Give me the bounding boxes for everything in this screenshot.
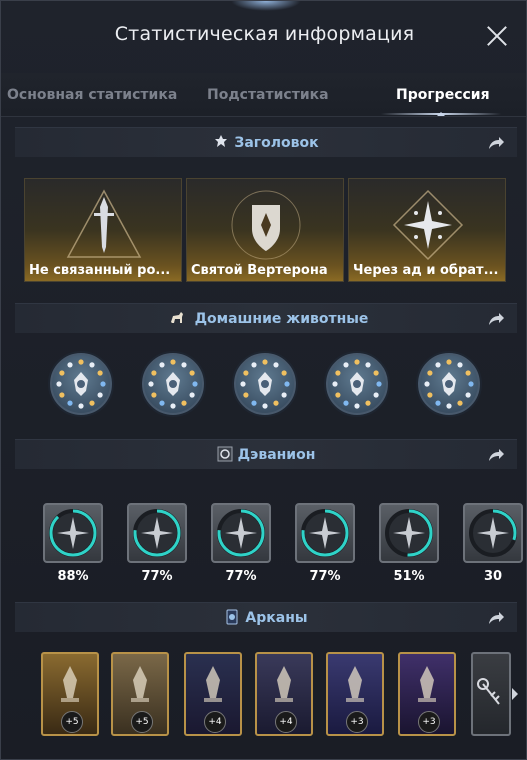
daevanion-percent: 51% <box>393 569 425 584</box>
share-icon[interactable] <box>487 312 505 326</box>
bow-rune-icon <box>217 509 265 557</box>
title-card[interactable]: Святой Вертерона <box>186 178 344 282</box>
title-label: Не связанный ро... <box>29 263 171 278</box>
tab-basic-stats[interactable]: Основная статистика <box>7 87 177 103</box>
section-arcana-header: Арканы <box>15 602 517 632</box>
arcana-level: +4 <box>204 711 226 733</box>
cross-blade-rune-icon <box>301 509 349 557</box>
arcana-card[interactable]: +3 <box>326 652 384 736</box>
shield-crest-icon <box>231 190 301 260</box>
daevanion-slot[interactable] <box>379 503 439 563</box>
pet-slot[interactable] <box>232 351 298 417</box>
active-tab-indicator <box>381 112 501 116</box>
daevanion-section-icon <box>217 446 233 462</box>
arcana-card[interactable]: +4 <box>184 652 242 736</box>
daevanion-percent: 77% <box>225 569 257 584</box>
arcana-level: +3 <box>418 711 440 733</box>
top-glow <box>231 1 301 11</box>
close-icon[interactable] <box>484 23 510 49</box>
arcana-card[interactable]: +5 <box>41 652 99 736</box>
horse-icon <box>170 312 183 323</box>
leaf-pet-icon <box>424 359 474 409</box>
section-title-label: Заголовок <box>234 135 319 151</box>
tab-progression[interactable]: Прогрессия <box>396 87 490 103</box>
pet-slot[interactable] <box>48 351 114 417</box>
section-pets-label: Домашние животные <box>194 311 369 327</box>
daevanion-slot[interactable] <box>127 503 187 563</box>
daevanion-percent: 88% <box>57 569 89 584</box>
arcana-level: +5 <box>61 711 83 733</box>
arcana-level: +3 <box>346 711 368 733</box>
pet-slot[interactable] <box>324 351 390 417</box>
title-card[interactable]: Через ад и обрат... <box>348 178 506 282</box>
key-icon <box>477 678 500 705</box>
daevanion-slot[interactable] <box>295 503 355 563</box>
arcana-section-icon <box>226 609 238 625</box>
wing-rune-icon <box>133 509 181 557</box>
daevanion-slot[interactable] <box>463 503 523 563</box>
arcana-level: +5 <box>131 711 153 733</box>
locked-arcana-slot[interactable] <box>471 652 511 736</box>
tab-substats[interactable]: Подстатистика <box>207 87 329 103</box>
arcana-card[interactable]: +3 <box>398 652 456 736</box>
daevanion-percent: 77% <box>309 569 341 584</box>
share-icon[interactable] <box>487 611 505 625</box>
sword-rune-icon <box>49 509 97 557</box>
share-icon[interactable] <box>487 448 505 462</box>
lotus-pet-icon <box>240 359 290 409</box>
title-card[interactable]: Не связанный ро... <box>24 178 182 282</box>
gear-pet-icon <box>332 359 382 409</box>
daevanion-slot[interactable] <box>211 503 271 563</box>
stats-window: Статистическая информация Основная стати… <box>0 0 527 760</box>
title-label: Через ад и обрат... <box>353 263 499 278</box>
section-title-header: Заголовок <box>15 127 517 157</box>
chevron-right-icon[interactable] <box>510 687 520 701</box>
arcana-card[interactable]: +4 <box>255 652 313 736</box>
section-pets-header: Домашние животные <box>15 303 517 333</box>
mask-pet-icon <box>56 359 106 409</box>
daevanion-slot[interactable] <box>43 503 103 563</box>
moon-rune-icon <box>469 509 517 557</box>
daevanion-percent: 30 <box>483 569 503 584</box>
pet-slot[interactable] <box>416 351 482 417</box>
section-daevanion-header: Дэванион <box>15 439 517 469</box>
tab-bar: Основная статистика Подстатистика Прогре… <box>1 73 526 117</box>
window-title: Статистическая информация <box>114 23 415 45</box>
pet-slot[interactable] <box>140 351 206 417</box>
share-icon[interactable] <box>487 136 505 150</box>
title-label: Святой Вертерона <box>191 263 328 278</box>
section-arcana-label: Арканы <box>245 610 308 626</box>
daevanion-percent: 77% <box>141 569 173 584</box>
section-daevanion-label: Дэванион <box>237 447 316 463</box>
star-diamond-icon <box>392 189 464 261</box>
arcana-card[interactable]: +5 <box>111 652 169 736</box>
sword-triangle-icon <box>66 189 142 258</box>
arcana-level: +4 <box>275 711 297 733</box>
title-section-icon <box>215 135 228 147</box>
wolf-pet-icon <box>148 359 198 409</box>
star-rune-icon <box>385 509 433 557</box>
